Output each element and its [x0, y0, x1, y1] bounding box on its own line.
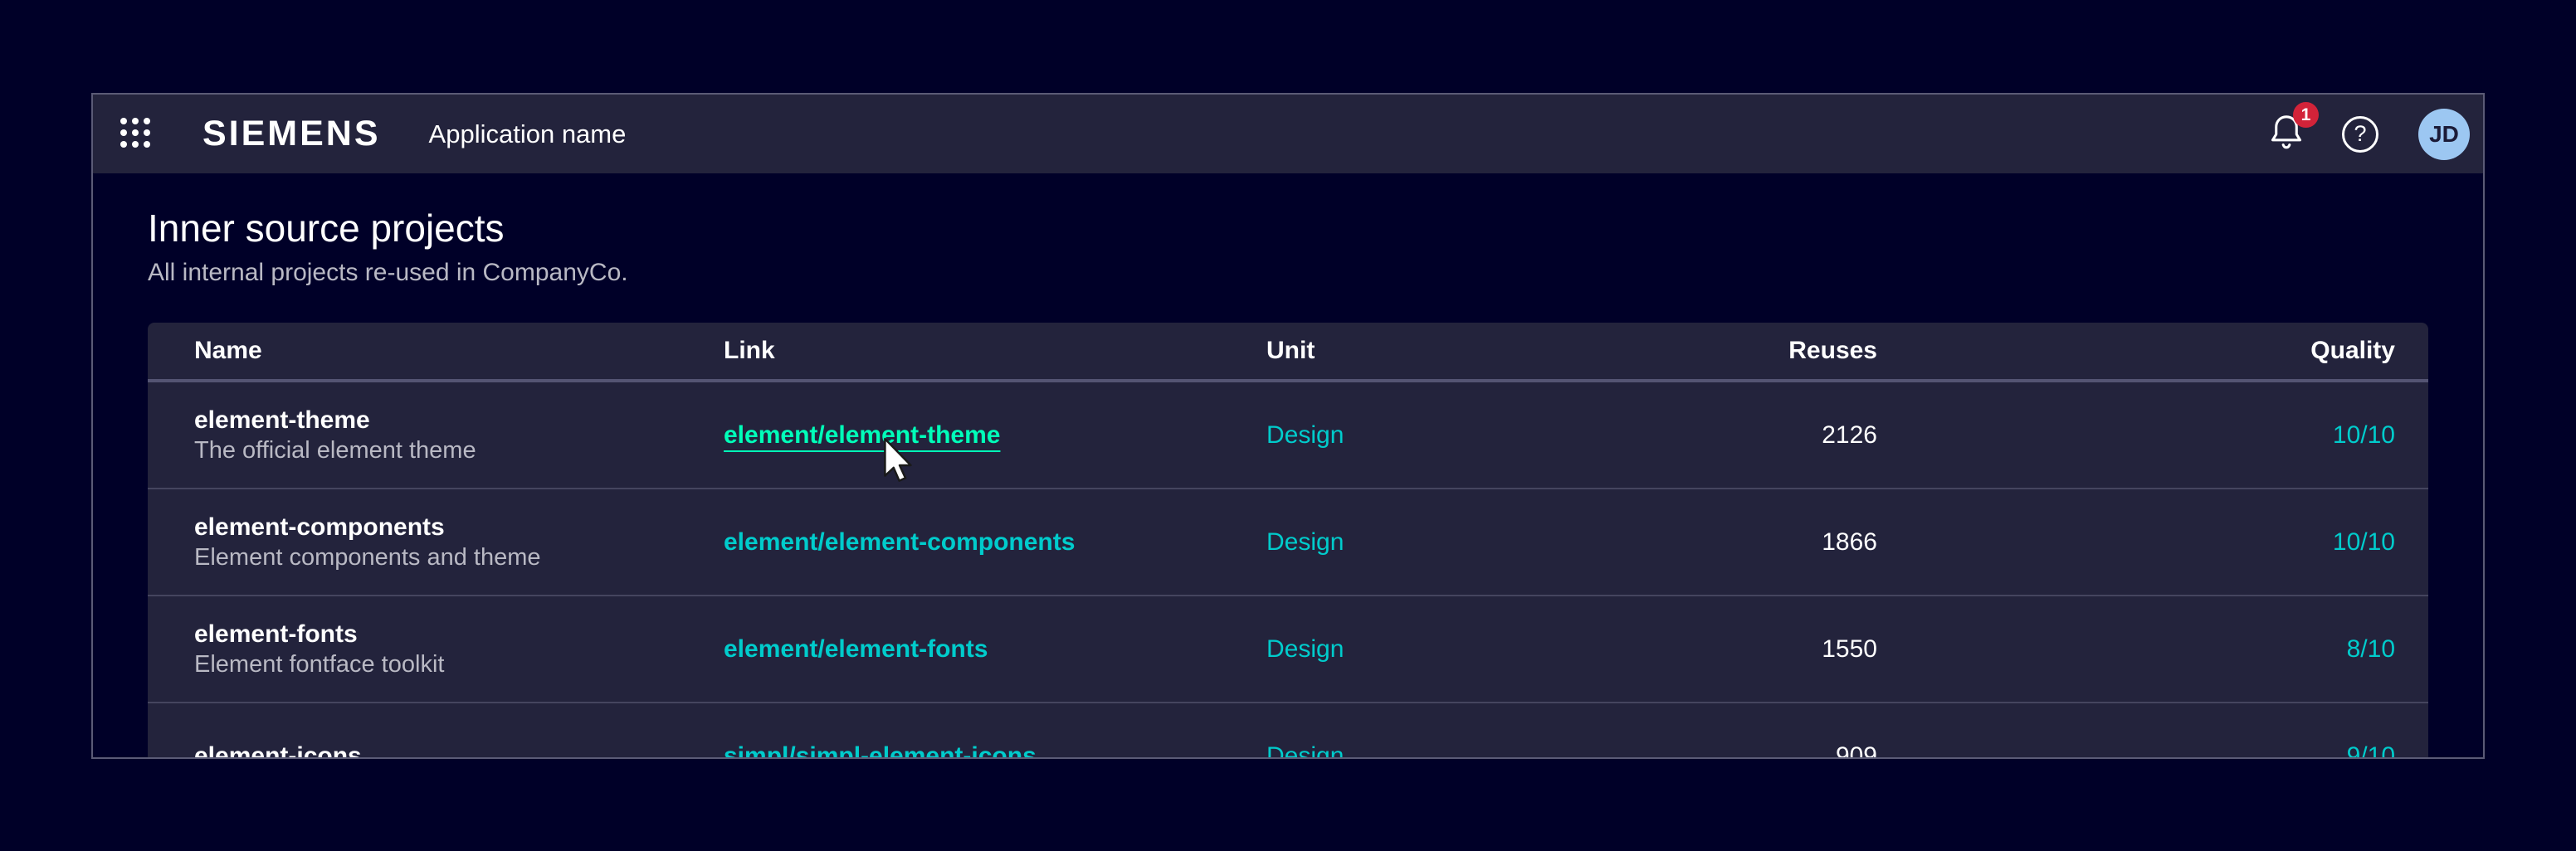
project-name-cell: element-fonts Element fontface toolkit — [194, 619, 724, 679]
project-quality[interactable]: 9/10 — [1877, 742, 2395, 760]
project-link[interactable]: element/element-components — [724, 528, 1075, 557]
project-reuses: 1550 — [1582, 635, 1877, 664]
project-description: Element components and theme — [194, 543, 724, 572]
project-link[interactable]: simpl/simpl-element-icons — [724, 742, 1037, 760]
question-circle-icon: ? — [2342, 116, 2378, 153]
project-name: element-icons — [194, 741, 724, 760]
table-row: element-theme The official element theme… — [148, 382, 2428, 489]
project-unit[interactable]: Design — [1266, 528, 1582, 557]
table-header-row: Name Link Unit Reuses Quality — [148, 323, 2428, 382]
desktop-background: { "header": { "logo": "SIEMENS", "app_na… — [0, 0, 2576, 851]
help-glyph: ? — [2354, 121, 2366, 147]
column-header-unit: Unit — [1266, 337, 1582, 365]
notifications-button[interactable]: 1 — [2267, 112, 2305, 156]
siemens-logo: SIEMENS — [202, 114, 381, 154]
project-reuses: 1866 — [1582, 528, 1877, 557]
table-row: element-components Element components an… — [148, 489, 2428, 596]
page-content: Inner source projects All internal proje… — [93, 205, 2483, 759]
table-row: element-fonts Element fontface toolkit e… — [148, 596, 2428, 703]
user-avatar[interactable]: JD — [2418, 109, 2470, 160]
project-name: element-components — [194, 512, 724, 543]
project-unit[interactable]: Design — [1266, 635, 1582, 664]
project-name-cell: element-components Element components an… — [194, 512, 724, 572]
project-name-cell: element-theme The official element theme — [194, 405, 724, 465]
page-title: Inner source projects — [148, 205, 2428, 251]
project-description: Element fontface toolkit — [194, 650, 724, 679]
project-reuses: 909 — [1582, 742, 1877, 760]
column-header-reuses: Reuses — [1582, 337, 1877, 365]
column-header-name: Name — [194, 337, 724, 365]
projects-table: Name Link Unit Reuses Quality element-th… — [148, 323, 2428, 759]
project-link[interactable]: element/element-theme — [724, 421, 1000, 450]
help-button[interactable]: ? — [2342, 116, 2378, 153]
application-name: Application name — [429, 119, 627, 149]
project-link[interactable]: element/element-fonts — [724, 635, 988, 664]
table-row: element-icons simpl/simpl-element-icons … — [148, 703, 2428, 759]
project-quality[interactable]: 10/10 — [1877, 421, 2395, 450]
app-launcher-button[interactable] — [120, 119, 151, 150]
project-quality[interactable]: 8/10 — [1877, 635, 2395, 664]
project-name: element-fonts — [194, 619, 724, 650]
avatar-initials: JD — [2429, 121, 2459, 148]
app-window: SIEMENS Application name 1 ? JD — [91, 93, 2485, 759]
project-name-cell: element-icons — [194, 741, 724, 760]
app-header: SIEMENS Application name 1 ? JD — [93, 95, 2483, 173]
project-unit[interactable]: Design — [1266, 742, 1582, 760]
project-unit[interactable]: Design — [1266, 421, 1582, 450]
project-reuses: 2126 — [1582, 421, 1877, 450]
project-quality[interactable]: 10/10 — [1877, 528, 2395, 557]
page-subtitle: All internal projects re-used in Company… — [148, 258, 2428, 288]
apps-grid-icon — [120, 117, 151, 151]
notification-count-badge: 1 — [2293, 102, 2319, 128]
project-name: element-theme — [194, 405, 724, 436]
column-header-link: Link — [724, 337, 1266, 365]
header-actions: 1 ? JD — [2267, 109, 2470, 160]
column-header-quality: Quality — [1877, 337, 2395, 365]
project-description: The official element theme — [194, 436, 724, 465]
